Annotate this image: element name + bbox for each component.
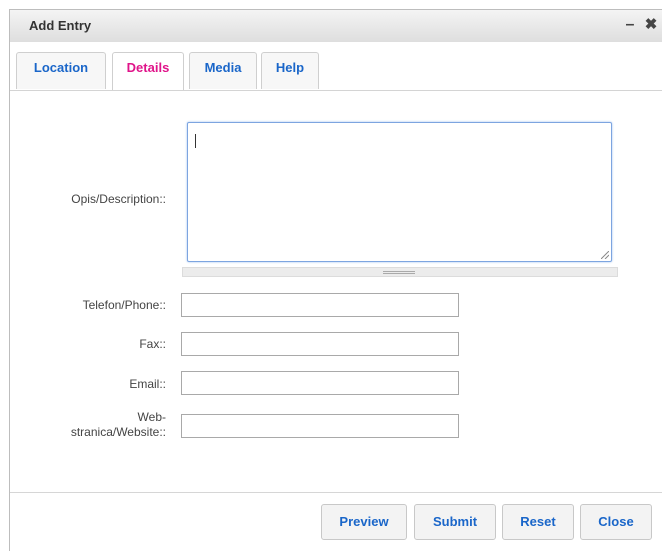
tab-help[interactable]: Help [261, 52, 319, 89]
footer-divider [10, 492, 662, 493]
website-input[interactable] [181, 414, 459, 438]
text-caret [195, 134, 196, 148]
grip-icon [383, 271, 415, 274]
email-label: Email:: [129, 377, 166, 391]
textarea-resize-grip[interactable] [182, 267, 618, 277]
dialog-titlebar[interactable]: Add Entry – ✖ [10, 10, 662, 43]
reset-button[interactable]: Reset [502, 504, 574, 540]
phone-input[interactable] [181, 293, 459, 317]
fax-label: Fax:: [139, 337, 166, 351]
website-label-line1: Web- [137, 410, 166, 424]
tab-details[interactable]: Details [112, 52, 184, 90]
submit-button[interactable]: Submit [414, 504, 496, 540]
dialog-title: Add Entry [29, 18, 92, 33]
tab-bar: Location Details Media Help [10, 42, 662, 91]
phone-label: Telefon/Phone:: [82, 298, 166, 312]
description-textarea[interactable] [187, 122, 612, 262]
close-button[interactable]: Close [580, 504, 652, 540]
minimize-icon[interactable]: – [621, 16, 639, 34]
fax-input[interactable] [181, 332, 459, 356]
description-label: Opis/Description:: [71, 192, 166, 206]
website-label-line2: stranica/Website:: [70, 425, 166, 439]
resize-handle-icon[interactable] [601, 251, 609, 259]
tab-media[interactable]: Media [189, 52, 257, 89]
close-icon[interactable]: ✖ [642, 16, 660, 34]
website-label: Web- stranica/Website:: [30, 410, 166, 440]
email-input[interactable] [181, 371, 459, 395]
preview-button[interactable]: Preview [321, 504, 407, 540]
add-entry-dialog: Add Entry – ✖ Location Details Media Hel… [9, 9, 662, 551]
tab-location[interactable]: Location [16, 52, 106, 89]
